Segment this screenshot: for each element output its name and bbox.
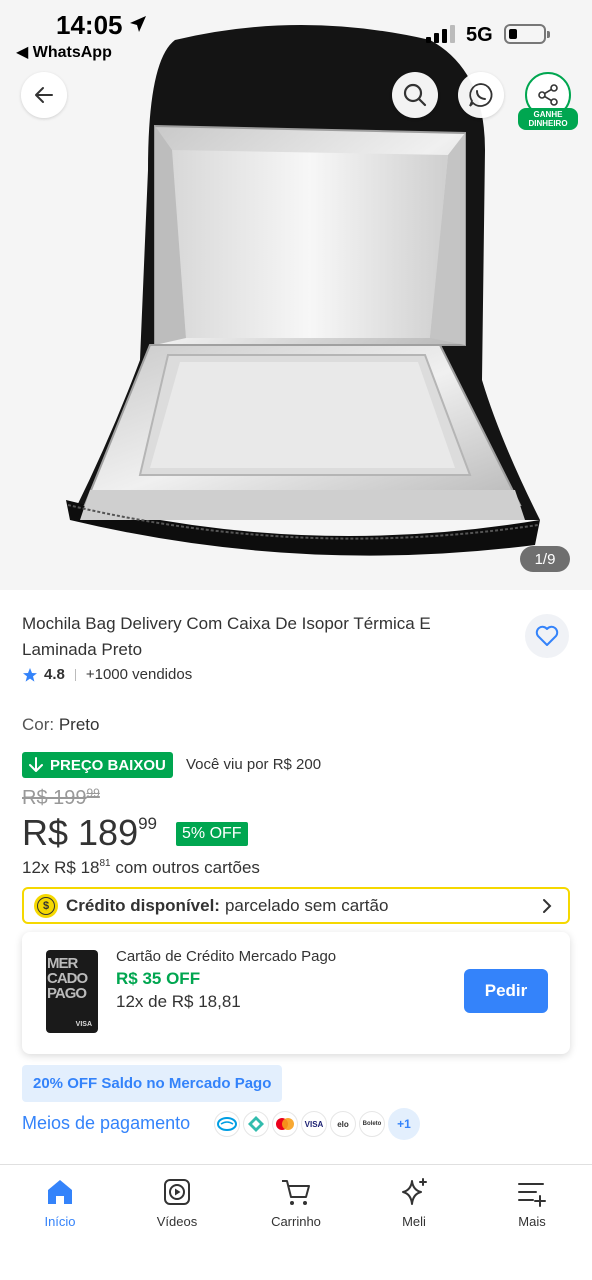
star-icon — [23, 667, 37, 682]
product-page: 14:05 ◀ WhatsApp 5G GANHE DINHEIRO 1/9 M… — [0, 0, 592, 1280]
color-label: Cor: — [22, 715, 59, 734]
nav-label-carrinho: Carrinho — [271, 1214, 321, 1229]
status-time: 14:05 — [56, 10, 123, 40]
cart-icon — [282, 1180, 310, 1205]
price-drop-badge: PREÇO BAIXOU — [22, 752, 173, 778]
back-button[interactable] — [21, 72, 67, 118]
whatsapp-icon — [469, 83, 493, 107]
status-bar: 14:05 ◀ WhatsApp 5G — [0, 0, 592, 68]
card-offer-installments: 12x de R$ 18,81 — [116, 992, 241, 1011]
whatsapp-share-button[interactable] — [458, 72, 504, 118]
installments-prefix: 12x R$ 18 — [22, 858, 100, 877]
payment-methods-link[interactable]: Meios de pagamento — [22, 1113, 190, 1134]
rating-row[interactable]: 4.8 +1000 vendidos — [22, 666, 192, 683]
more-payment-methods[interactable]: +1 — [388, 1108, 420, 1140]
credit-rest-label: parcelado sem cartão — [224, 895, 389, 915]
price-drop-label: PREÇO BAIXOU — [50, 756, 166, 774]
color-value: Preto — [58, 715, 100, 734]
cell-signal-icon — [426, 25, 455, 43]
rating-separator — [74, 668, 76, 681]
old-price: R$ 19999 — [22, 786, 100, 810]
nav-label-inicio: Início — [44, 1214, 76, 1229]
product-title: Mochila Bag Delivery Com Caixa De Isopor… — [22, 614, 431, 659]
installments-text: 12x R$ 1881 com outros cartões — [22, 858, 260, 878]
battery-icon — [504, 24, 550, 44]
mercado-pago-card-offer: MER CADO PAGO VISA Cartão de Crédito Mer… — [22, 932, 570, 1054]
seen-price-text: Você viu por R$ 200 — [186, 756, 322, 773]
current-price: R$ 18999 — [22, 812, 157, 854]
image-counter: 1/9 — [520, 546, 570, 572]
arrow-left-icon — [35, 87, 53, 103]
mercado-pago-icon — [214, 1111, 240, 1137]
heart-icon — [535, 625, 559, 646]
earn-money-badge: GANHE DINHEIRO — [518, 108, 578, 130]
boleto-icon: Boleto — [359, 1111, 385, 1137]
credit-bold-label: Crédito disponível: — [66, 895, 220, 915]
card-logo-text: MER CADO PAGO — [47, 955, 88, 1002]
nav-item-inicio[interactable]: Início — [1, 1177, 119, 1229]
share-icon — [538, 84, 558, 106]
video-icon — [164, 1179, 190, 1205]
old-price-integer: R$ 199 — [22, 787, 87, 809]
search-button[interactable] — [392, 72, 438, 118]
installments-suffix: com outros cartões — [110, 858, 260, 877]
saldo-discount-badge[interactable]: 20% OFF Saldo no Mercado Pago — [22, 1065, 283, 1102]
card-offer-discount: R$ 35 OFF — [116, 969, 201, 988]
nav-label-meli: Meli — [402, 1214, 426, 1229]
home-icon — [48, 1180, 72, 1204]
rating-value: 4.8 — [44, 666, 65, 683]
old-price-cents: 99 — [86, 786, 100, 800]
back-to-app-link[interactable]: ◀ WhatsApp — [16, 42, 112, 62]
earn-money-share-button[interactable]: GANHE DINHEIRO — [518, 72, 578, 130]
sold-count: +1000 vendidos — [85, 666, 193, 683]
nav-label-videos: Vídeos — [156, 1214, 198, 1229]
installments-cents: 81 — [99, 858, 111, 869]
arrow-down-icon — [29, 757, 43, 772]
nav-item-meli[interactable]: Meli — [355, 1177, 473, 1229]
nav-item-videos[interactable]: Vídeos — [118, 1177, 236, 1229]
favorite-button[interactable] — [525, 614, 569, 658]
color-selector[interactable]: Cor: Preto — [22, 715, 99, 735]
visa-icon: VISA — [301, 1111, 327, 1137]
pix-icon — [243, 1111, 269, 1137]
coin-icon: $ — [34, 893, 58, 918]
menu-add-icon — [518, 1183, 546, 1207]
location-arrow-icon — [130, 16, 146, 32]
nav-item-carrinho[interactable]: Carrinho — [237, 1177, 355, 1229]
payment-icons[interactable]: VISA elo Boleto +1 — [214, 1108, 420, 1140]
card-offer-title: Cartão de Crédito Mercado Pago — [116, 948, 337, 965]
current-price-integer: R$ 189 — [22, 812, 139, 853]
mastercard-icon — [272, 1111, 298, 1137]
credit-card-image: MER CADO PAGO VISA — [46, 950, 98, 1033]
discount-badge: 5% OFF — [176, 822, 248, 846]
nav-item-mais[interactable]: Mais — [473, 1177, 591, 1229]
elo-icon: elo — [330, 1111, 356, 1137]
nav-label-mais: Mais — [518, 1214, 546, 1229]
credit-available-banner[interactable]: $ Crédito disponível: parcelado sem cart… — [22, 887, 570, 924]
card-brand: VISA — [75, 1021, 92, 1028]
network-type: 5G — [466, 24, 493, 46]
search-icon — [403, 83, 427, 107]
sparkle-icon — [402, 1178, 427, 1205]
order-card-button[interactable]: Pedir — [464, 969, 548, 1013]
chevron-right-icon — [543, 899, 552, 913]
bottom-navigation: Início Vídeos Carrinho Meli Mais — [0, 1165, 592, 1280]
current-price-cents: 99 — [138, 814, 158, 833]
